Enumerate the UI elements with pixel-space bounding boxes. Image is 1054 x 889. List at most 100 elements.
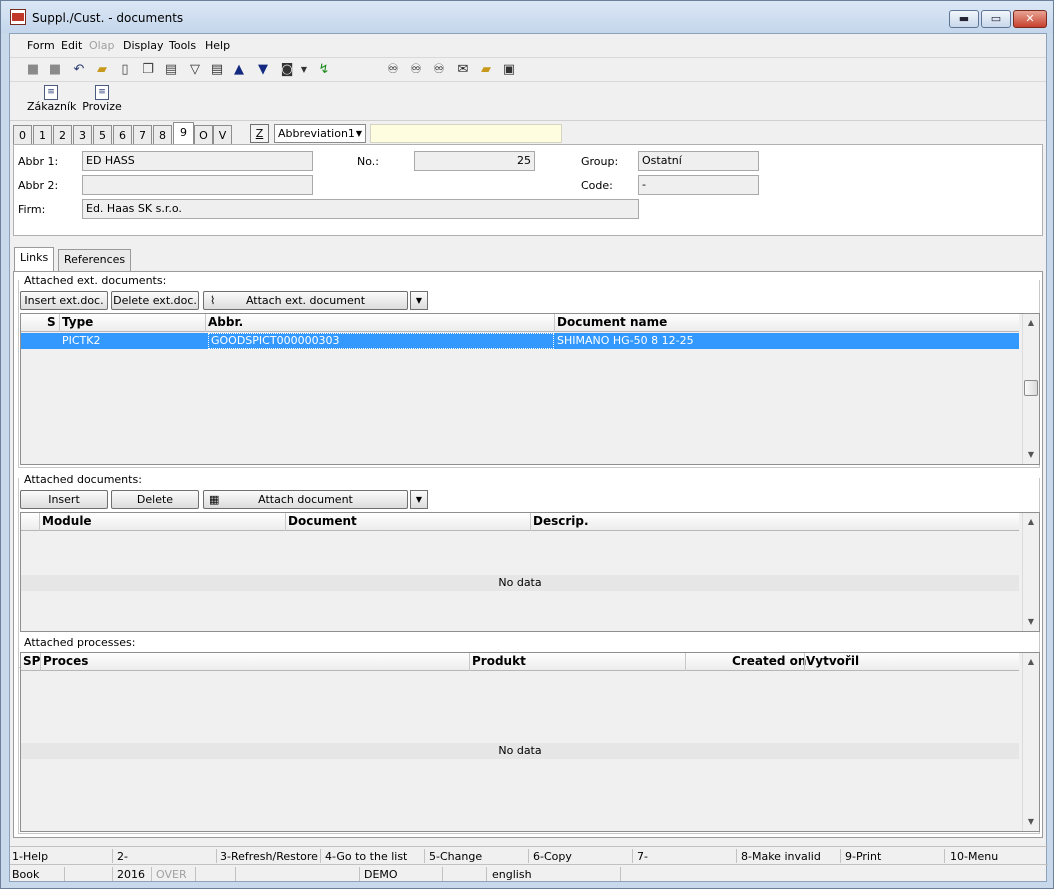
menu-tools[interactable]: Tools (169, 39, 196, 52)
col-vytvoril[interactable]: Vytvořil (806, 654, 859, 668)
col-produkt[interactable]: Produkt (472, 654, 526, 668)
ext-docs-scrollbar[interactable]: ▲ ▼ (1022, 314, 1039, 464)
fkey-2[interactable]: 2- (117, 850, 128, 863)
tab-9[interactable]: 9 (173, 122, 194, 145)
col-document[interactable]: Document (288, 514, 357, 528)
clear-filter-icon[interactable]: ▤ (209, 62, 225, 77)
maximize-button[interactable]: ▭ (981, 10, 1011, 28)
fkey-9[interactable]: 9-Print (845, 850, 881, 863)
ext-docs-grid[interactable]: S Type Abbr. Document name PICTK2 GOODSP… (20, 313, 1040, 465)
tab-7[interactable]: 7 (133, 125, 152, 145)
processes-scrollbar[interactable]: ▲ ▼ (1022, 653, 1039, 831)
col-sp[interactable]: SP (23, 654, 40, 668)
fkey-3[interactable]: 3-Refresh/Restore (220, 850, 318, 863)
attach-doc-dropdown[interactable]: ▼ (410, 490, 428, 509)
sort-combo[interactable]: Abbreviation1 ▼ (274, 124, 366, 143)
tab-links[interactable]: Links (14, 247, 55, 272)
insert-ext-doc-button[interactable]: Insert ext.doc. (20, 291, 108, 310)
tab-v[interactable]: V (213, 125, 232, 145)
attach-document-label: Attach document (258, 493, 353, 506)
delete-document-button[interactable]: Delete document (111, 490, 199, 523)
scroll-up-icon[interactable]: ▲ (1023, 515, 1039, 529)
scroll-down-icon[interactable]: ▼ (1023, 448, 1039, 462)
menu-help[interactable]: Help (205, 39, 230, 52)
menu-edit[interactable]: Edit (61, 39, 82, 52)
processes-grid[interactable]: SP Proces Produkt Created on Vytvořil No… (20, 652, 1040, 832)
dropdown-icon[interactable]: ▼ (296, 62, 312, 77)
copy-document-icon[interactable]: ❐ (140, 62, 156, 77)
docs-grid[interactable]: Module Document Descrip. No data ▲ ▼ (20, 512, 1040, 632)
tab-1[interactable]: 1 (33, 125, 52, 145)
undo-icon[interactable]: ↶ (71, 62, 87, 77)
col-module[interactable]: Module (42, 514, 92, 528)
group-field[interactable]: Ostatní (638, 151, 759, 171)
tab-2[interactable]: 2 (53, 125, 72, 145)
table-row[interactable]: PICTK2 GOODSPICT000000303 SHIMANO HG-50 … (21, 333, 1019, 349)
find-icon[interactable]: ♾ (385, 62, 401, 77)
zakaznik-button[interactable]: ≡ Zákazník (27, 85, 76, 113)
scroll-down-icon[interactable]: ▼ (1023, 815, 1039, 829)
folder-edit-icon[interactable]: ▰ (478, 62, 494, 77)
docs-scrollbar[interactable]: ▲ ▼ (1022, 513, 1039, 631)
find-next-icon[interactable]: ♾ (408, 62, 424, 77)
attach-ext-doc-button[interactable]: ⌇ Attach ext. document (203, 291, 408, 310)
open-folder-icon[interactable]: ▰ (94, 62, 110, 77)
code-field[interactable]: - (638, 175, 759, 195)
col-type[interactable]: Type (62, 315, 93, 329)
tab-3[interactable]: 3 (73, 125, 92, 145)
close-button[interactable]: ✕ (1013, 10, 1047, 28)
find-special-icon[interactable]: ♾ (431, 62, 447, 77)
save-icon[interactable]: ■ (25, 62, 41, 77)
book-icon[interactable]: ▤ (163, 62, 179, 77)
arrow-down-icon[interactable]: ▼ (255, 62, 271, 77)
scroll-up-icon[interactable]: ▲ (1023, 316, 1039, 330)
scroll-thumb[interactable] (1024, 380, 1038, 396)
attach-ext-dropdown[interactable]: ▼ (410, 291, 428, 310)
fkey-7[interactable]: 7- (637, 850, 648, 863)
tab-0[interactable]: 0 (13, 125, 32, 145)
fkey-5[interactable]: 5-Change (429, 850, 482, 863)
menu-form[interactable]: Form (27, 39, 55, 52)
col-s[interactable]: S (47, 315, 56, 329)
provize-button[interactable]: ≡ Provize (82, 85, 122, 113)
fkey-8[interactable]: 8-Make invalid (741, 850, 821, 863)
status-mode: OVER (156, 868, 187, 881)
fkey-6[interactable]: 6-Copy (533, 850, 572, 863)
col-abbr[interactable]: Abbr. (208, 315, 243, 329)
z-button[interactable]: Z (250, 124, 269, 143)
tab-8[interactable]: 8 (153, 125, 172, 145)
export-icon[interactable]: ↯ (316, 62, 332, 77)
delete-ext-doc-button[interactable]: Delete ext.doc. (111, 291, 199, 310)
abbr2-field[interactable] (82, 175, 313, 195)
mail-icon[interactable]: ✉ (455, 62, 471, 77)
fkey-1[interactable]: 1-Help (12, 850, 48, 863)
firm-field[interactable]: Ed. Haas SK s.r.o. (82, 199, 639, 219)
scroll-up-icon[interactable]: ▲ (1023, 655, 1039, 669)
title-bar[interactable]: Suppl./Cust. - documents ▬ ▭ ✕ (1, 1, 1053, 33)
save-all-icon[interactable]: ■ (47, 62, 63, 77)
attach-document-button[interactable]: ▦ Attach document (203, 490, 408, 509)
col-document-name[interactable]: Document name (557, 315, 667, 329)
search-input[interactable] (370, 124, 562, 143)
no-field[interactable]: 25 (414, 151, 535, 171)
tab-o[interactable]: O (194, 125, 213, 145)
camera-icon[interactable]: ◙ (279, 62, 295, 77)
col-proces[interactable]: Proces (43, 654, 88, 668)
tab-references[interactable]: References (58, 249, 132, 271)
filter-icon[interactable]: ▽ (187, 62, 203, 77)
fkey-10[interactable]: 10-Menu (950, 850, 998, 863)
scroll-down-icon[interactable]: ▼ (1023, 615, 1039, 629)
arrow-up-icon[interactable]: ▲ (231, 62, 247, 77)
menu-olap[interactable]: Olap (89, 39, 114, 52)
fkey-4[interactable]: 4-Go to the list (325, 850, 407, 863)
tab-5[interactable]: 5 (93, 125, 112, 145)
tab-6[interactable]: 6 (113, 125, 132, 145)
new-document-icon[interactable]: ▯ (117, 62, 133, 77)
minimize-button[interactable]: ▬ (949, 10, 979, 28)
menu-display[interactable]: Display (123, 39, 164, 52)
window-icon[interactable]: ▣ (501, 62, 517, 77)
col-descrip[interactable]: Descrip. (533, 514, 589, 528)
col-created-on[interactable]: Created on (732, 654, 806, 668)
insert-document-button[interactable]: Insert document (20, 490, 108, 523)
abbr1-field[interactable]: ED HASS (82, 151, 313, 171)
